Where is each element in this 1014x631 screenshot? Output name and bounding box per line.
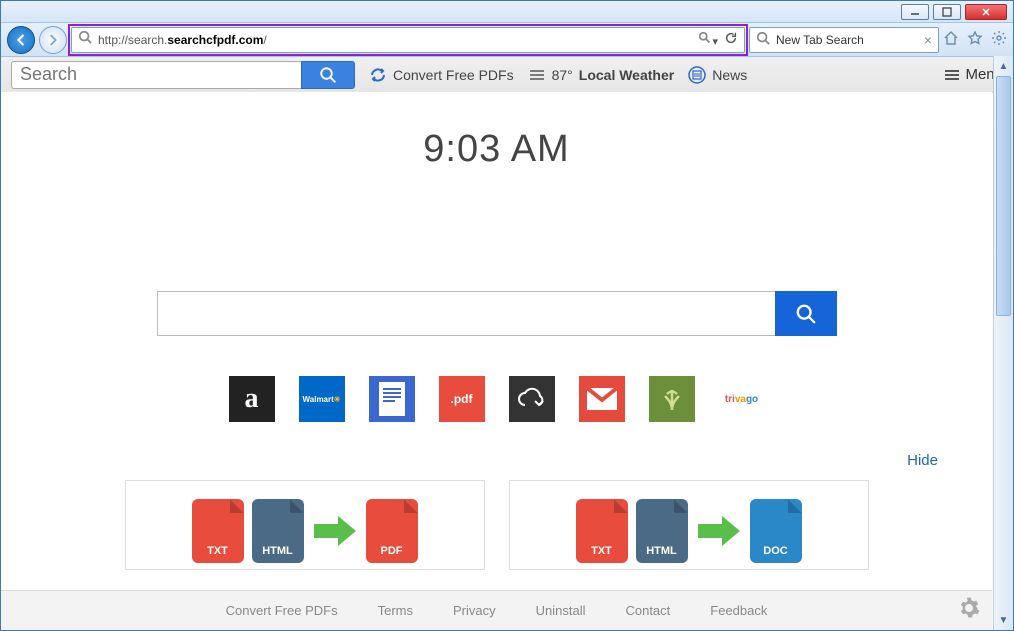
clock-display: 9:03 AM: [1, 92, 992, 171]
tile-ancestry[interactable]: [649, 376, 695, 422]
weather-temp: 87°: [552, 67, 573, 83]
html-file-icon: HTML: [636, 499, 688, 563]
tile-gmail[interactable]: [579, 376, 625, 422]
tile-trivago[interactable]: trivago: [719, 376, 765, 422]
browser-tab[interactable]: New Tab Search ×: [749, 27, 939, 53]
home-icon[interactable]: [943, 30, 959, 50]
nav-forward-button[interactable]: [39, 26, 67, 54]
main-search-button[interactable]: [775, 291, 837, 336]
toolbar-search: [11, 61, 355, 89]
vertical-scrollbar[interactable]: ▲ ▼: [993, 56, 1013, 630]
tab-title: New Tab Search: [776, 33, 918, 47]
pdf-file-icon: PDF: [366, 499, 418, 563]
ads-row: TXT HTML PDF TXT HTML DOC: [1, 480, 992, 570]
doc-file-icon: DOC: [750, 499, 802, 563]
search-dropdown-icon[interactable]: ▾: [698, 31, 718, 48]
footer-link[interactable]: Terms: [378, 603, 413, 618]
maximize-button[interactable]: [933, 4, 961, 20]
convert-pdfs-label: Convert Free PDFs: [393, 67, 514, 83]
ad-doc-convert[interactable]: TXT HTML DOC: [509, 480, 869, 570]
hide-link[interactable]: Hide: [907, 452, 938, 469]
settings-icon[interactable]: [991, 30, 1007, 50]
address-url: http://search.searchcfpdf.com/: [98, 33, 692, 47]
ad-pdf-convert[interactable]: TXT HTML PDF: [125, 480, 485, 570]
quick-links: a Walmart✳ .pdf trivago: [1, 376, 992, 422]
arrow-right-icon: [312, 512, 358, 550]
browser-chrome: http://search.searchcfpdf.com/ ▾ New Tab…: [1, 23, 1013, 57]
search-icon: [78, 30, 92, 49]
refresh-icon[interactable]: [724, 31, 738, 48]
hamburger-icon: [945, 70, 959, 80]
main-search: [157, 291, 837, 336]
txt-file-icon: TXT: [192, 499, 244, 563]
footer-link[interactable]: Uninstall: [536, 603, 586, 618]
tile-cloud[interactable]: [509, 376, 555, 422]
window-titlebar: [1, 1, 1013, 23]
footer-link[interactable]: Convert Free PDFs: [226, 603, 338, 618]
html-file-icon: HTML: [252, 499, 304, 563]
footer-link[interactable]: Feedback: [710, 603, 767, 618]
tile-pdf[interactable]: .pdf: [439, 376, 485, 422]
main-search-input[interactable]: [157, 291, 775, 336]
weather-label: Local Weather: [579, 67, 674, 83]
tile-walmart[interactable]: Walmart✳: [299, 376, 345, 422]
footer-gear-icon[interactable]: [958, 597, 980, 625]
nav-back-button[interactable]: [7, 26, 35, 54]
scroll-thumb[interactable]: [996, 76, 1011, 316]
tab-icon: [756, 31, 770, 48]
tile-docs[interactable]: [369, 376, 415, 422]
fog-icon: [528, 66, 546, 84]
address-controls: ▾: [698, 31, 738, 48]
txt-file-icon: TXT: [576, 499, 628, 563]
chrome-icons: [943, 30, 1007, 50]
favorites-icon[interactable]: [967, 30, 983, 50]
toolbar-search-button[interactable]: [301, 61, 355, 89]
scroll-down-icon[interactable]: ▼: [994, 610, 1013, 630]
arrow-right-icon: [696, 512, 742, 550]
weather-link[interactable]: 87° Local Weather: [528, 66, 675, 84]
convert-icon: [369, 66, 387, 84]
minimize-button[interactable]: [901, 4, 929, 20]
news-link[interactable]: News: [688, 66, 747, 84]
convert-pdfs-link[interactable]: Convert Free PDFs: [369, 66, 514, 84]
footer-link[interactable]: Privacy: [453, 603, 496, 618]
tile-amazon[interactable]: a: [229, 376, 275, 422]
tab-close-icon[interactable]: ×: [924, 32, 932, 48]
page-toolbar: Convert Free PDFs 87° Local Weather News…: [1, 57, 1013, 93]
page-footer: Convert Free PDFs Terms Privacy Uninstal…: [1, 590, 992, 630]
address-bar[interactable]: http://search.searchcfpdf.com/ ▾: [71, 27, 745, 53]
scroll-up-icon[interactable]: ▲: [994, 56, 1013, 76]
news-label: News: [712, 67, 747, 83]
close-button[interactable]: [965, 4, 1007, 20]
news-icon: [688, 66, 706, 84]
footer-link[interactable]: Contact: [625, 603, 670, 618]
page-content: 9:03 AM a Walmart✳ .pdf trivago Hide TXT…: [1, 92, 992, 630]
toolbar-search-input[interactable]: [11, 61, 301, 89]
